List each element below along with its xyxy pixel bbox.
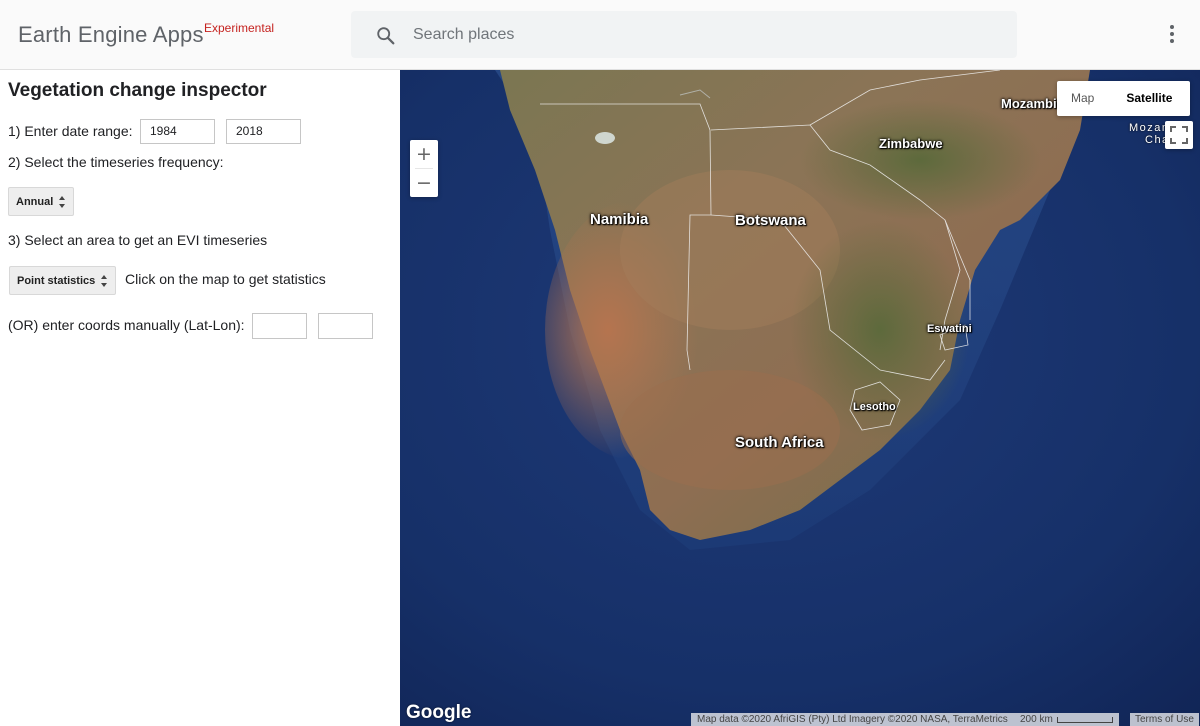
map-label-namibia: Namibia: [590, 211, 649, 228]
area-label: 3) Select an area to get an EVI timeseri…: [8, 232, 268, 248]
map-label-botswana: Botswana: [735, 212, 806, 229]
date-range-label: 1) Enter date range:: [8, 123, 133, 139]
zoom-out-button[interactable]: −: [410, 169, 438, 197]
frequency-label: 2) Select the timeseries frequency:: [8, 154, 224, 170]
search-icon[interactable]: [375, 25, 397, 47]
scale-ruler: [1056, 716, 1113, 723]
search-input[interactable]: [413, 11, 1003, 58]
area-mode-select[interactable]: Point statistics: [9, 266, 117, 295]
control-panel: Vegetation change inspector 1) Enter dat…: [0, 70, 400, 726]
search-bar: [351, 11, 1017, 58]
select-arrows-icon: [59, 195, 66, 208]
map-type-satellite-button[interactable]: Satellite: [1108, 81, 1190, 116]
map-type-toggle: Map Satellite: [1057, 81, 1191, 116]
map-label-zimbabwe: Zimbabwe: [879, 136, 943, 151]
lon-input[interactable]: [318, 313, 373, 339]
map-label-lesotho: Lesotho: [853, 401, 896, 413]
lat-input[interactable]: [252, 313, 307, 339]
map-label-eswatini: Eswatini: [927, 323, 972, 335]
map-view[interactable]: Namibia Botswana Zimbabwe South Africa E…: [400, 70, 1200, 726]
app-header: Earth Engine Apps Experimental: [0, 0, 1200, 70]
zoom-control: + −: [410, 140, 438, 197]
area-hint: Click on the map to get statistics: [125, 271, 326, 287]
map-label-south-africa: South Africa: [735, 434, 824, 451]
map-label-mozambique: Mozambiq: [1001, 96, 1065, 111]
google-logo: Google: [406, 702, 472, 723]
area-mode-value: Point statistics: [17, 274, 96, 287]
end-year-input[interactable]: 2018: [226, 119, 301, 144]
fullscreen-icon: [1170, 126, 1188, 144]
brand-title: Earth Engine Apps: [18, 22, 204, 47]
frequency-value: Annual: [16, 195, 54, 208]
select-arrows-icon: [101, 274, 108, 287]
coords-label: (OR) enter coords manually (Lat-Lon):: [8, 317, 245, 333]
more-vert-icon[interactable]: [1160, 22, 1184, 48]
experimental-badge: Experimental: [204, 21, 275, 35]
frequency-select[interactable]: Annual: [8, 187, 75, 216]
scale-label: 200 km: [1020, 714, 1053, 725]
fullscreen-button[interactable]: [1165, 121, 1193, 149]
satellite-imagery: [400, 70, 1200, 726]
zoom-in-button[interactable]: +: [410, 140, 438, 168]
terms-of-use-link[interactable]: Terms of Use: [1130, 713, 1199, 726]
map-type-map-button[interactable]: Map: [1057, 81, 1108, 116]
start-year-input[interactable]: 1984: [140, 119, 215, 144]
scale-bar[interactable]: 200 km: [1014, 713, 1119, 726]
panel-title: Vegetation change inspector: [8, 80, 267, 101]
map-attribution: Map data ©2020 AfriGIS (Pty) Ltd Imagery…: [691, 713, 1014, 726]
